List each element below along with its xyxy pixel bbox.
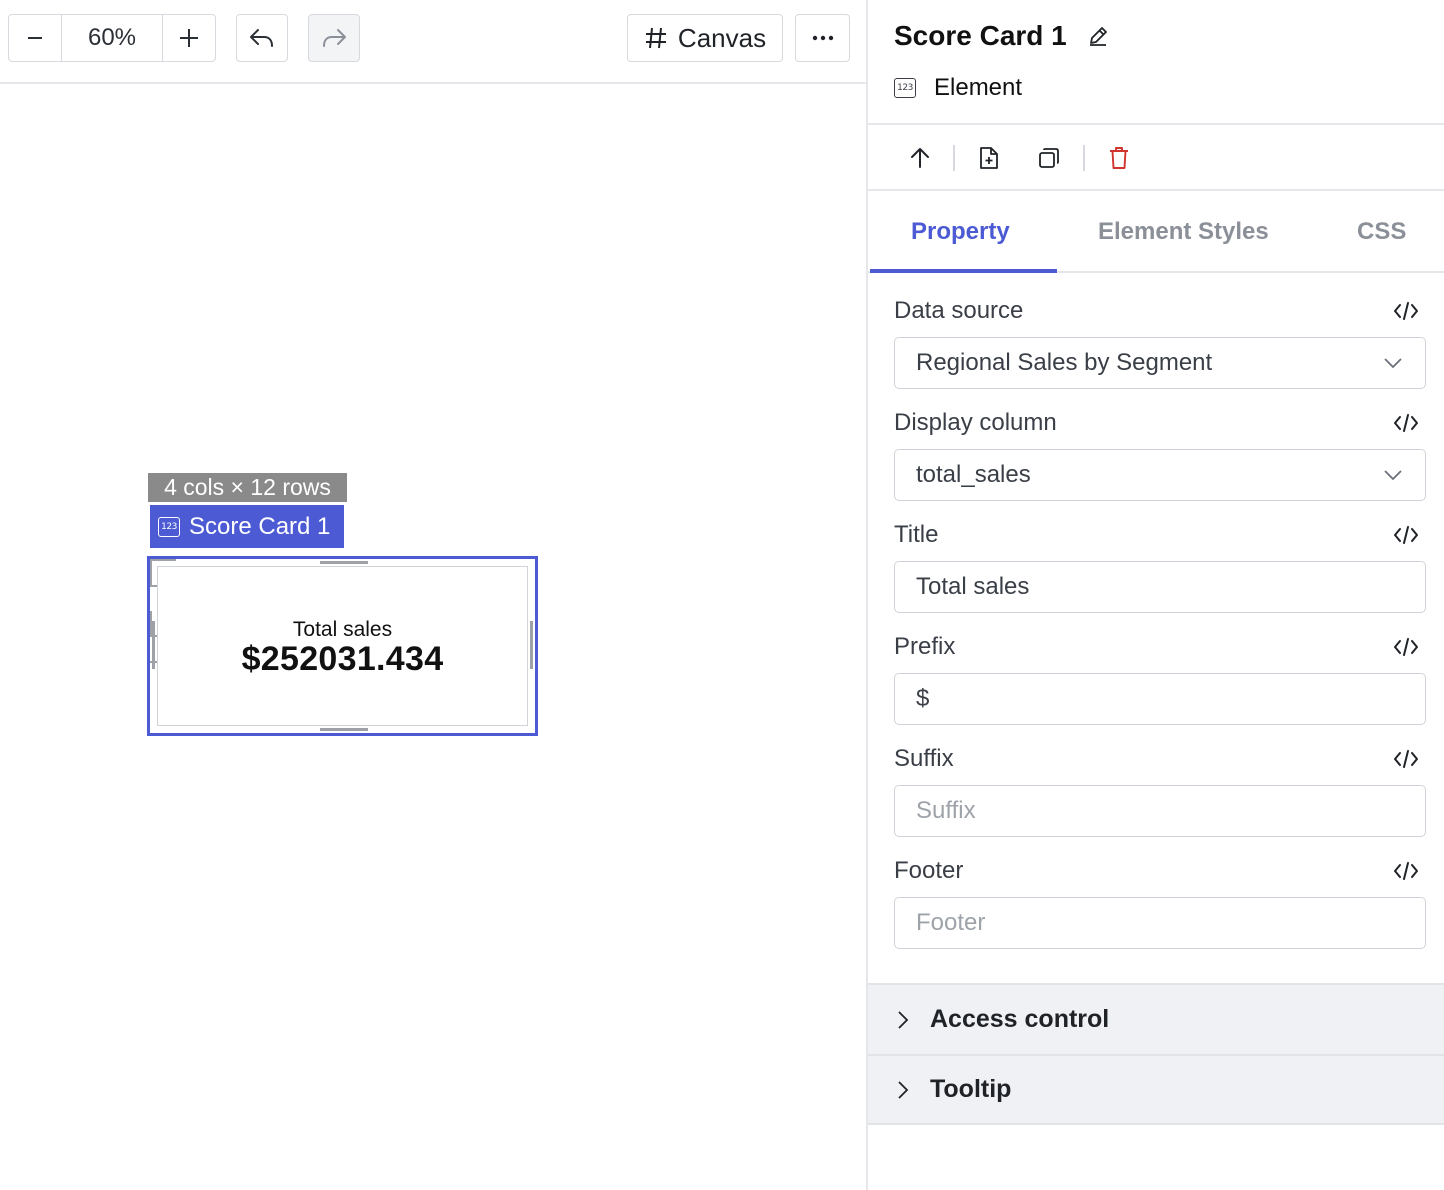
edit-pencil-icon[interactable] [1087, 25, 1109, 47]
tab-property[interactable]: Property [911, 191, 1010, 273]
display-column-label: Display column [894, 409, 1057, 436]
copy-icon [1039, 148, 1059, 168]
undo-button[interactable] [236, 14, 288, 62]
element-title: Score Card 1 [894, 20, 1109, 52]
zoom-control: 60% [8, 14, 216, 62]
data-source-code-icon[interactable] [1392, 301, 1420, 321]
chevron-right-icon [898, 1010, 909, 1029]
minus-icon [28, 37, 43, 39]
prefix-input[interactable]: $ [894, 673, 1426, 725]
canvas-area[interactable]: 60% Canvas 4 cols × 12 rows 123 Score Ca… [0, 0, 866, 1190]
scorecard-type-icon: 123 [894, 78, 916, 98]
panel-header: Score Card 1 123 Element [868, 0, 1444, 125]
zoom-level[interactable]: 60% [61, 15, 163, 61]
chevron-down-icon [1384, 358, 1402, 369]
prefix-value: $ [916, 685, 930, 712]
footer-placeholder: Footer [916, 909, 986, 936]
footer-label: Footer [894, 857, 964, 884]
resize-handle-bottom[interactable] [320, 728, 368, 731]
more-horizontal-icon [812, 35, 833, 41]
tab-property-label: Property [911, 218, 1010, 245]
suffix-code-icon[interactable] [1392, 749, 1420, 769]
data-source-label: Data source [894, 297, 1024, 324]
footer-code-icon[interactable] [1392, 861, 1420, 881]
redo-icon [323, 29, 346, 47]
active-tab-indicator [870, 269, 1057, 273]
panel-tabs: Property Element Styles CSS [868, 191, 1444, 273]
add-to-page-button[interactable] [973, 142, 1005, 174]
suffix-placeholder: Suffix [916, 797, 976, 824]
tab-element-styles-label: Element Styles [1098, 218, 1269, 245]
data-source-select[interactable]: Regional Sales by Segment [894, 337, 1426, 389]
select-parent-button[interactable] [904, 142, 936, 174]
suffix-input[interactable]: Suffix [894, 785, 1426, 837]
resize-handle-top[interactable] [320, 561, 368, 564]
grid-hash-icon [645, 27, 666, 49]
tab-css[interactable]: CSS [1357, 191, 1406, 273]
title-label: Title [894, 521, 939, 548]
display-column-code-icon[interactable] [1392, 413, 1420, 433]
redo-button[interactable] [308, 14, 360, 62]
suffix-label: Suffix [894, 745, 954, 772]
section-tooltip-label: Tooltip [930, 1075, 1012, 1103]
undo-icon [250, 29, 273, 47]
zoom-out-button[interactable] [9, 15, 61, 61]
properties-panel: Score Card 1 123 Element Property Elemen… [866, 0, 1444, 1190]
score-card-value: $252031.434 [241, 639, 444, 678]
title-value: Total sales [916, 573, 1030, 600]
trash-icon [1110, 147, 1128, 169]
canvas-settings-button[interactable]: Canvas [627, 14, 783, 62]
tab-css-label: CSS [1357, 218, 1407, 245]
scorecard-icon: 123 [158, 516, 180, 537]
canvas-toolbar: 60% Canvas [0, 0, 866, 84]
plus-icon [179, 29, 198, 47]
tab-element-styles[interactable]: Element Styles [1098, 191, 1269, 273]
section-access-control[interactable]: Access control [868, 983, 1444, 1054]
score-card-element[interactable]: Total sales $252031.434 [147, 556, 538, 736]
title-code-icon[interactable] [1392, 525, 1420, 545]
display-column-select[interactable]: total_sales [894, 449, 1426, 501]
delete-button[interactable] [1103, 142, 1135, 174]
file-plus-icon [980, 147, 998, 169]
element-type-label: Element [934, 74, 1023, 101]
element-name-badge[interactable]: 123 Score Card 1 [150, 505, 344, 548]
action-divider [1083, 145, 1085, 171]
section-tooltip[interactable]: Tooltip [868, 1054, 1444, 1125]
footer-input[interactable]: Footer [894, 897, 1426, 949]
prefix-label: Prefix [894, 633, 956, 660]
element-type: 123 Element [894, 74, 1022, 102]
section-access-control-label: Access control [930, 1005, 1110, 1033]
element-actions [868, 125, 1444, 191]
dimension-label: 4 cols × 12 rows [148, 473, 347, 502]
zoom-in-button[interactable] [163, 15, 215, 61]
prefix-code-icon[interactable] [1392, 637, 1420, 657]
element-title-text: Score Card 1 [894, 20, 1067, 51]
more-options-button[interactable] [795, 14, 850, 62]
data-source-value: Regional Sales by Segment [916, 349, 1213, 376]
display-column-value: total_sales [916, 461, 1031, 488]
chevron-right-icon [898, 1080, 909, 1099]
canvas-button-label: Canvas [677, 22, 767, 53]
score-card-title: Total sales [292, 617, 393, 641]
element-badge-label: Score Card 1 [189, 512, 331, 540]
score-card: Total sales $252031.434 [157, 566, 528, 726]
action-divider [953, 145, 955, 171]
chevron-down-icon [1384, 470, 1402, 481]
resize-handle-left[interactable] [152, 621, 155, 669]
duplicate-button[interactable] [1033, 142, 1065, 174]
title-input[interactable]: Total sales [894, 561, 1426, 613]
arrow-up-icon [911, 148, 929, 168]
resize-handle-right[interactable] [530, 621, 533, 669]
